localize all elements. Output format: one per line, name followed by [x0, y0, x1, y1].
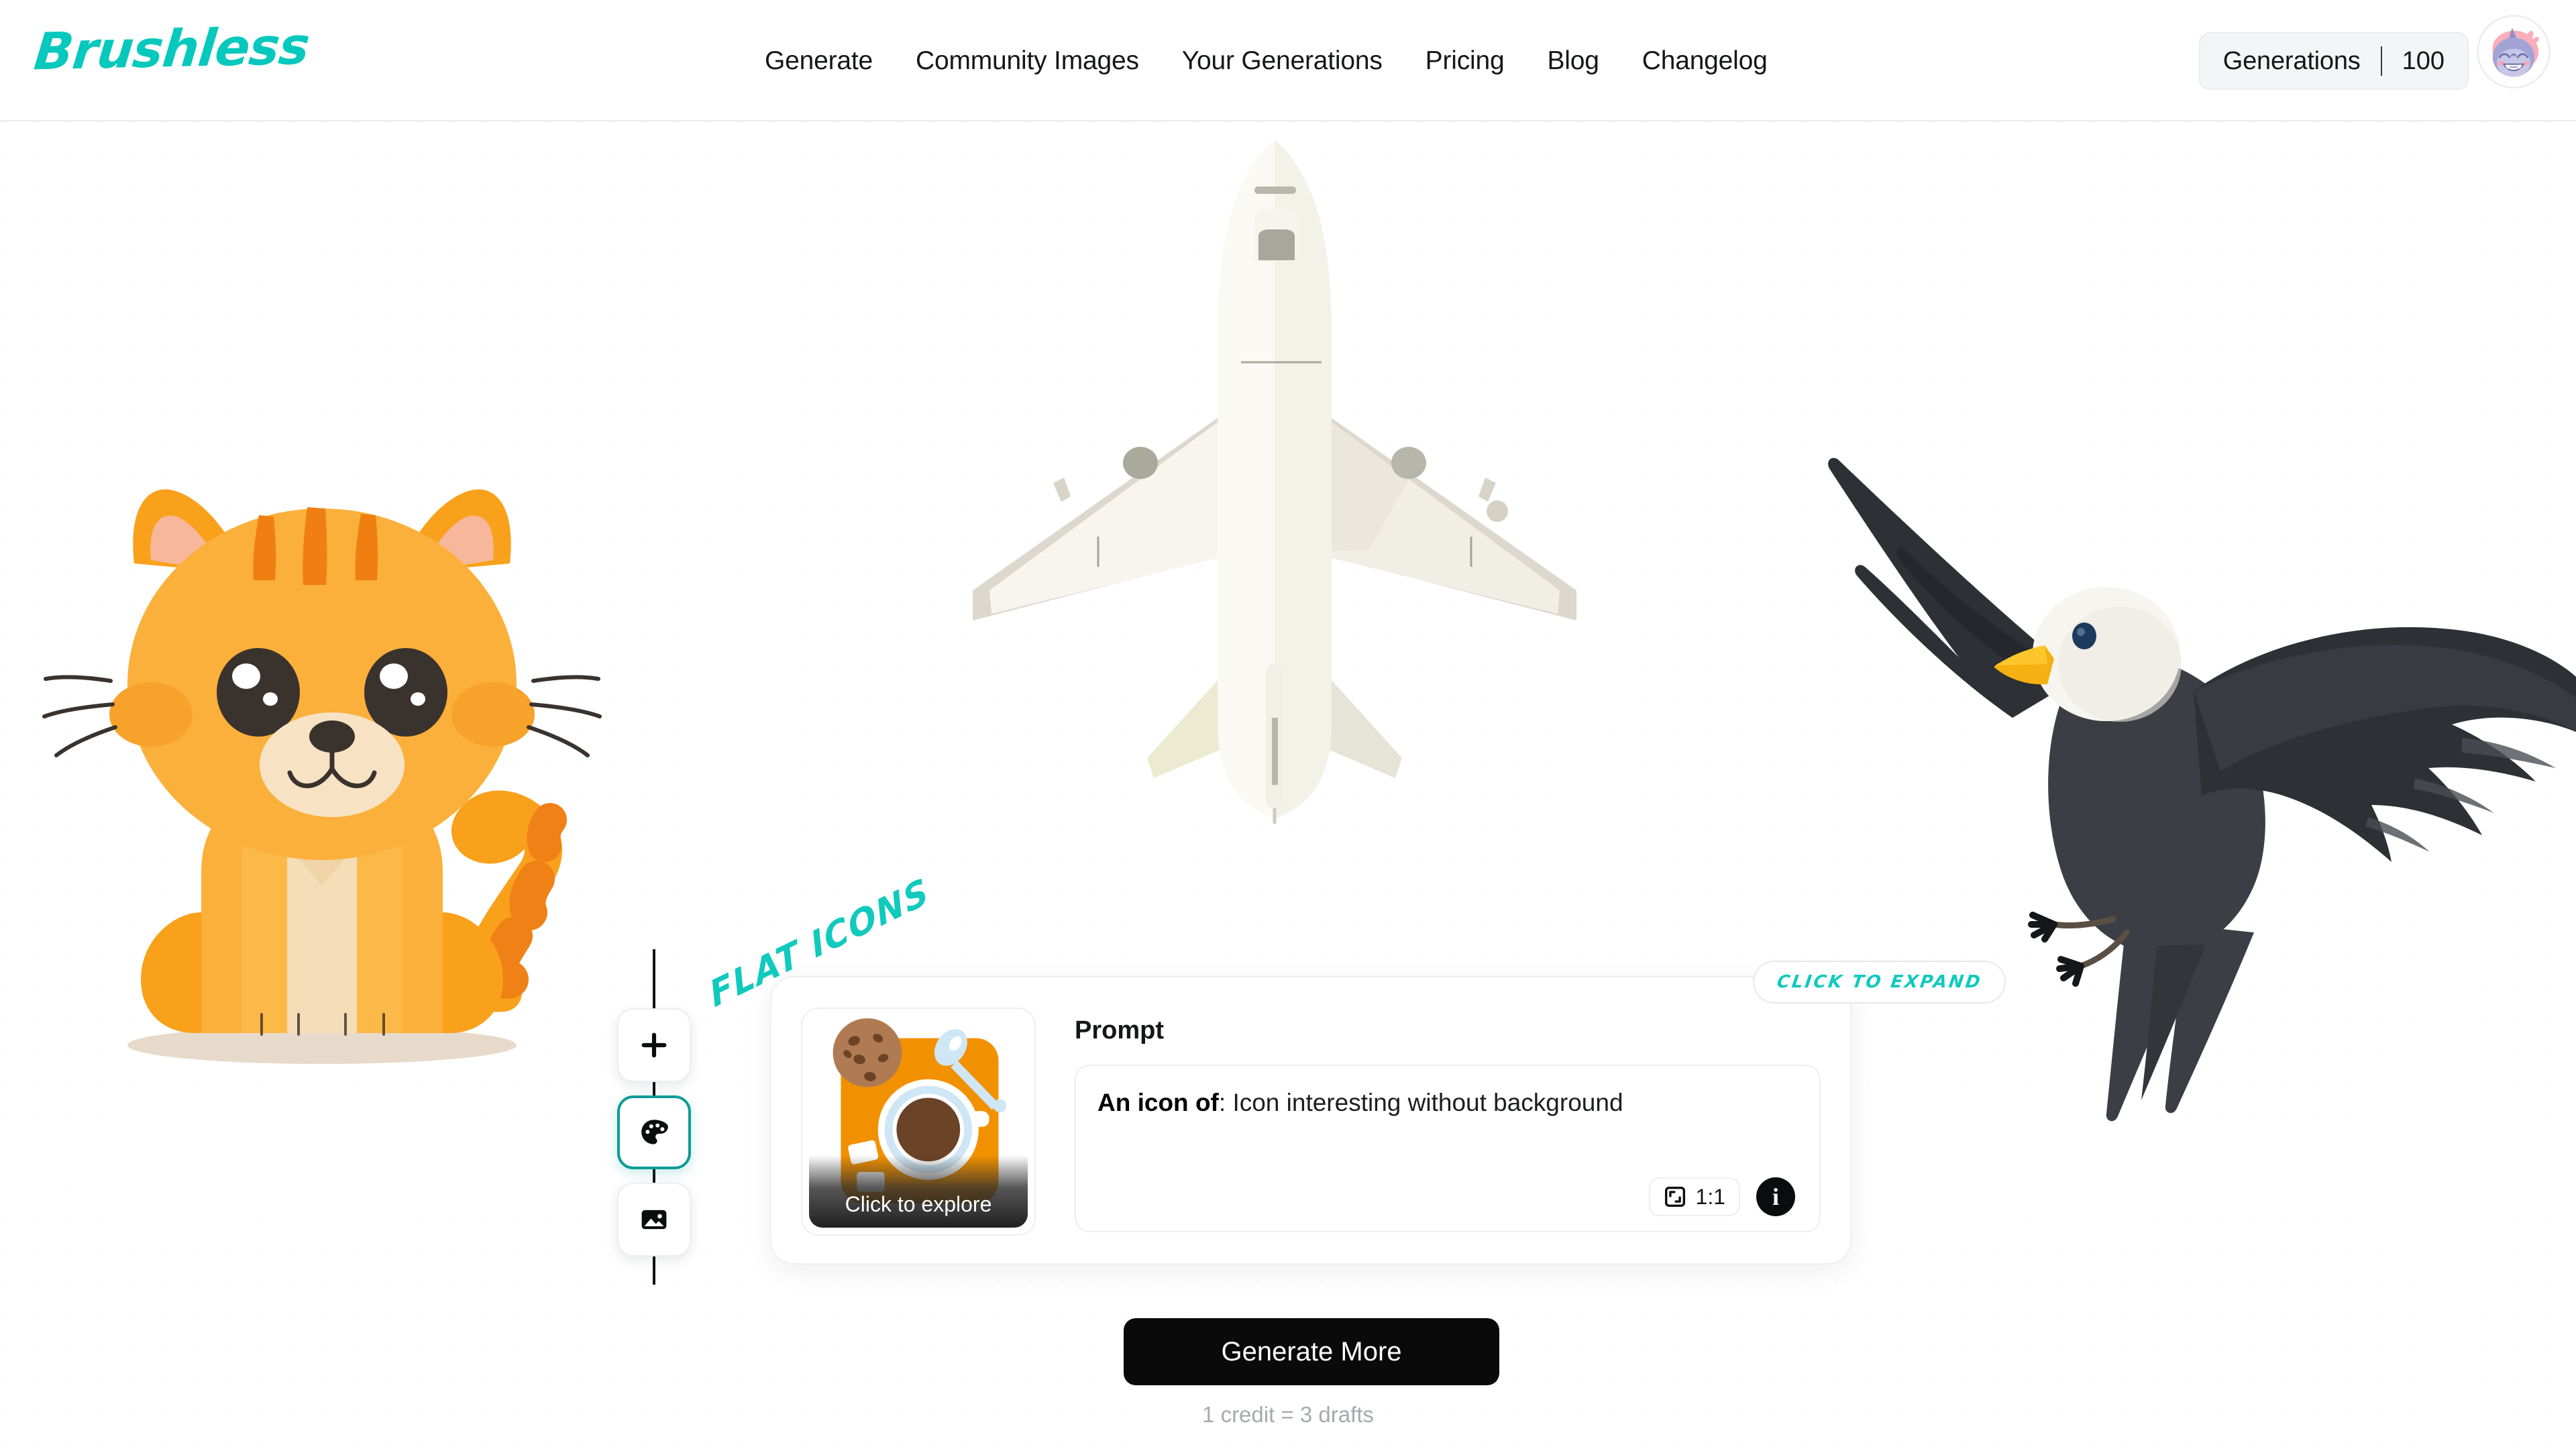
click-to-expand-pill[interactable]: CLICK TO EXPAND — [1753, 961, 2006, 1004]
brand-logo[interactable]: Brushless — [32, 16, 312, 82]
click-to-expand-label: CLICK TO EXPAND — [1775, 972, 1984, 992]
aspect-ratio-chip[interactable]: 1:1 — [1648, 1177, 1740, 1216]
prompt-label: Prompt — [1075, 1016, 1164, 1044]
prompt-input[interactable]: An icon of: Icon interesting without bac… — [1075, 1065, 1821, 1232]
generated-image-bird[interactable] — [1791, 423, 2576, 1134]
add-button[interactable] — [617, 1008, 691, 1082]
prompt-text: An icon of: Icon interesting without bac… — [1097, 1086, 1798, 1120]
generations-badge[interactable]: Generations 100 — [2198, 32, 2469, 90]
generate-more-button[interactable]: Generate More — [1124, 1318, 1499, 1385]
top-header: Brushless Generate Community Images Your… — [0, 0, 2576, 121]
style-thumbnail-caption: Click to explore — [809, 1155, 1028, 1228]
palette-icon — [641, 1120, 668, 1144]
plus-icon — [641, 1032, 667, 1058]
nav-item-blog[interactable]: Blog — [1525, 46, 1620, 76]
prompt-separator: : — [1218, 1089, 1233, 1116]
nav-item-generate[interactable]: Generate — [743, 46, 894, 76]
style-thumbnail-card[interactable]: Click to explore — [801, 1008, 1036, 1236]
style-thumbnail-inner: Click to explore — [809, 1016, 1028, 1228]
info-button[interactable]: i — [1756, 1177, 1795, 1216]
aspect-ratio-value: 1:1 — [1695, 1184, 1725, 1209]
info-icon: i — [1772, 1183, 1779, 1210]
prompt-value: Icon interesting without background — [1232, 1089, 1623, 1116]
prompt-composer-panel: Click to explore Prompt An icon of: Icon… — [770, 976, 1851, 1265]
generations-divider — [2380, 46, 2382, 76]
credit-note: 1 credit = 3 drafts — [1202, 1402, 1374, 1427]
shark-avatar-icon — [2479, 17, 2548, 87]
prompt-prefix: An icon of — [1097, 1089, 1219, 1116]
main-navigation: Generate Community Images Your Generatio… — [743, 0, 1789, 121]
nav-item-community-images[interactable]: Community Images — [894, 46, 1161, 76]
aspect-ratio-icon — [1664, 1186, 1685, 1208]
generated-image-airplane[interactable] — [939, 134, 1610, 879]
style-picker-button[interactable] — [617, 1095, 691, 1169]
nav-item-pricing[interactable]: Pricing — [1404, 46, 1526, 76]
tool-rail — [617, 949, 691, 1285]
image-icon — [641, 1210, 667, 1230]
generations-label: Generations — [2222, 46, 2361, 75]
nav-item-changelog[interactable]: Changelog — [1621, 46, 1789, 76]
generations-count: 100 — [2402, 46, 2445, 75]
image-upload-button[interactable] — [617, 1183, 691, 1256]
generated-image-cat[interactable] — [40, 443, 644, 1073]
avatar[interactable] — [2477, 15, 2551, 89]
nav-item-your-generations[interactable]: Your Generations — [1161, 46, 1404, 76]
